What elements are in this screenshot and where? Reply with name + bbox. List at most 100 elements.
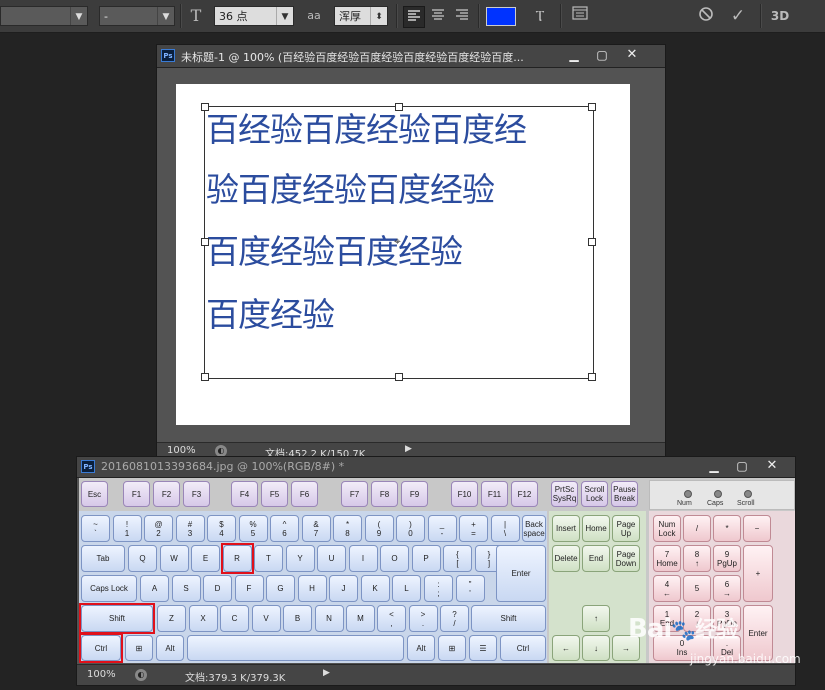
key-label: ( bbox=[377, 519, 381, 529]
key-label: * bbox=[345, 519, 350, 529]
transform-handle[interactable] bbox=[588, 373, 596, 381]
paw-icon: 🐾 bbox=[671, 618, 696, 642]
align-center-icon[interactable] bbox=[428, 6, 448, 26]
key-x: X bbox=[188, 605, 218, 632]
key-label: # bbox=[187, 519, 193, 529]
zoom-level[interactable]: 100% bbox=[87, 669, 116, 680]
led-label: Scroll bbox=[737, 500, 755, 507]
key-label: 7 bbox=[664, 549, 670, 559]
key-label: / bbox=[695, 524, 699, 533]
key-label: 6 bbox=[724, 579, 730, 589]
transform-handle[interactable] bbox=[201, 238, 209, 246]
transform-handle[interactable] bbox=[588, 238, 596, 246]
status-menu-arrow-icon[interactable]: ▶ bbox=[323, 668, 330, 678]
key-label: − bbox=[754, 524, 760, 533]
antialias-dropdown[interactable]: 浑厚 ⬍ bbox=[334, 6, 388, 26]
key-alt-left: Alt bbox=[156, 635, 184, 661]
key-label: Delete bbox=[554, 554, 578, 563]
cancel-icon[interactable] bbox=[696, 6, 716, 26]
font-family-dropdown[interactable]: ▼ bbox=[0, 6, 88, 26]
key-label: $ bbox=[219, 519, 224, 529]
key-sys: PrtSc SysRq bbox=[551, 481, 578, 507]
key-label: , bbox=[390, 618, 393, 628]
key-label: F12 bbox=[517, 489, 532, 499]
font-size-dropdown[interactable]: 36 点 ▼ bbox=[214, 6, 294, 26]
transform-handle[interactable] bbox=[395, 103, 403, 111]
maximize-button[interactable]: ▢ bbox=[729, 457, 755, 475]
key-alt-right: Alt bbox=[407, 635, 435, 661]
status-menu-arrow-icon[interactable]: ▶ bbox=[405, 444, 412, 454]
panels-icon[interactable] bbox=[570, 6, 590, 26]
align-left-icon[interactable] bbox=[403, 6, 425, 28]
key-sys: Scroll Lock bbox=[581, 481, 608, 507]
key-label: F8 bbox=[379, 489, 390, 499]
key-label: PgUp bbox=[716, 558, 737, 568]
close-button[interactable]: ✕ bbox=[619, 46, 645, 64]
key-label: | bbox=[503, 519, 507, 529]
photoshop-icon: Ps bbox=[81, 460, 95, 473]
transform-handle[interactable] bbox=[588, 103, 596, 111]
divider bbox=[560, 4, 562, 28]
document-titlebar[interactable]: Ps 未标题-1 @ 100% (百经验百度经验百度经验百度经验百度经验百度..… bbox=[157, 45, 665, 68]
key-num: #3 bbox=[175, 515, 205, 542]
3d-button[interactable]: 3D bbox=[768, 6, 792, 26]
key-label: V bbox=[263, 614, 269, 623]
minimize-button[interactable]: ▁ bbox=[701, 457, 727, 475]
key-shift-right: Shift bbox=[471, 605, 546, 632]
key-label: 3 bbox=[187, 528, 193, 538]
close-button[interactable]: ✕ bbox=[759, 457, 785, 475]
key-label: S bbox=[183, 584, 189, 593]
key-label: 9 bbox=[376, 528, 382, 538]
highlight-box bbox=[79, 633, 123, 663]
key-label: ⊞ bbox=[135, 643, 143, 653]
key-nav: Delete bbox=[552, 545, 580, 572]
warp-text-icon[interactable]: Ⲧ bbox=[530, 6, 550, 26]
key-label: ⊞ bbox=[448, 643, 456, 653]
options-bar: 示 ▼ - ▼ T 36 点 ▼ aa 浑厚 ⬍ Ⲧ ✓ 3D bbox=[0, 0, 825, 33]
antialias-value: 浑厚 bbox=[339, 10, 361, 23]
photoshop-icon: Ps bbox=[161, 49, 175, 62]
transform-handle[interactable] bbox=[201, 103, 209, 111]
key-label: < bbox=[389, 609, 394, 619]
key-label: . bbox=[421, 618, 425, 628]
key-z: Z bbox=[157, 605, 186, 632]
key-enter: Enter bbox=[496, 545, 546, 602]
align-right-icon[interactable] bbox=[452, 6, 472, 26]
key-label: % bbox=[249, 519, 257, 529]
key-y: Y bbox=[285, 545, 315, 572]
key-label: Q bbox=[139, 554, 146, 563]
document-canvas[interactable]: 百经验百度经验百度经 验百度经验百度经验 百度经验百度经验 百度经验 ⌖ bbox=[176, 84, 630, 425]
key-label: 7 bbox=[313, 528, 319, 538]
zoom-level[interactable]: 100% bbox=[167, 445, 196, 456]
key-h: H bbox=[297, 575, 327, 602]
key-punct: <, bbox=[377, 605, 406, 632]
key-label: Enter bbox=[748, 628, 768, 638]
divider bbox=[478, 4, 480, 28]
key-label: : bbox=[437, 579, 440, 589]
key-num: @2 bbox=[144, 515, 173, 542]
divider bbox=[396, 4, 398, 28]
key-label: Home bbox=[656, 558, 678, 568]
minimize-button[interactable]: ▁ bbox=[561, 46, 587, 64]
key-label: N bbox=[326, 614, 332, 623]
key-label: ↑ bbox=[695, 558, 699, 568]
key-label: Z bbox=[169, 614, 174, 623]
keyboard-window-titlebar[interactable]: Ps 2016081013393684.jpg @ 100%(RGB/8#) *… bbox=[77, 457, 795, 478]
key-label: * bbox=[725, 524, 729, 533]
key-label: X bbox=[200, 614, 206, 623]
key-numpad: / bbox=[683, 515, 711, 542]
transform-handle[interactable] bbox=[201, 373, 209, 381]
key-numpad: 4 ← bbox=[653, 575, 681, 602]
text-color-swatch[interactable] bbox=[486, 7, 516, 26]
key-num: $4 bbox=[207, 515, 236, 542]
key-label: ↓ bbox=[594, 643, 598, 653]
font-style-value: - bbox=[104, 10, 108, 23]
key-label: U bbox=[328, 554, 335, 563]
maximize-button[interactable]: ▢ bbox=[589, 46, 615, 64]
key-label: F4 bbox=[239, 489, 250, 499]
commit-check-icon[interactable]: ✓ bbox=[728, 6, 748, 26]
font-style-dropdown[interactable]: - ▼ bbox=[99, 6, 175, 26]
key-num: ! 1 bbox=[112, 515, 142, 542]
transform-handle[interactable] bbox=[395, 373, 403, 381]
status-icon[interactable]: ◐ bbox=[135, 669, 147, 681]
